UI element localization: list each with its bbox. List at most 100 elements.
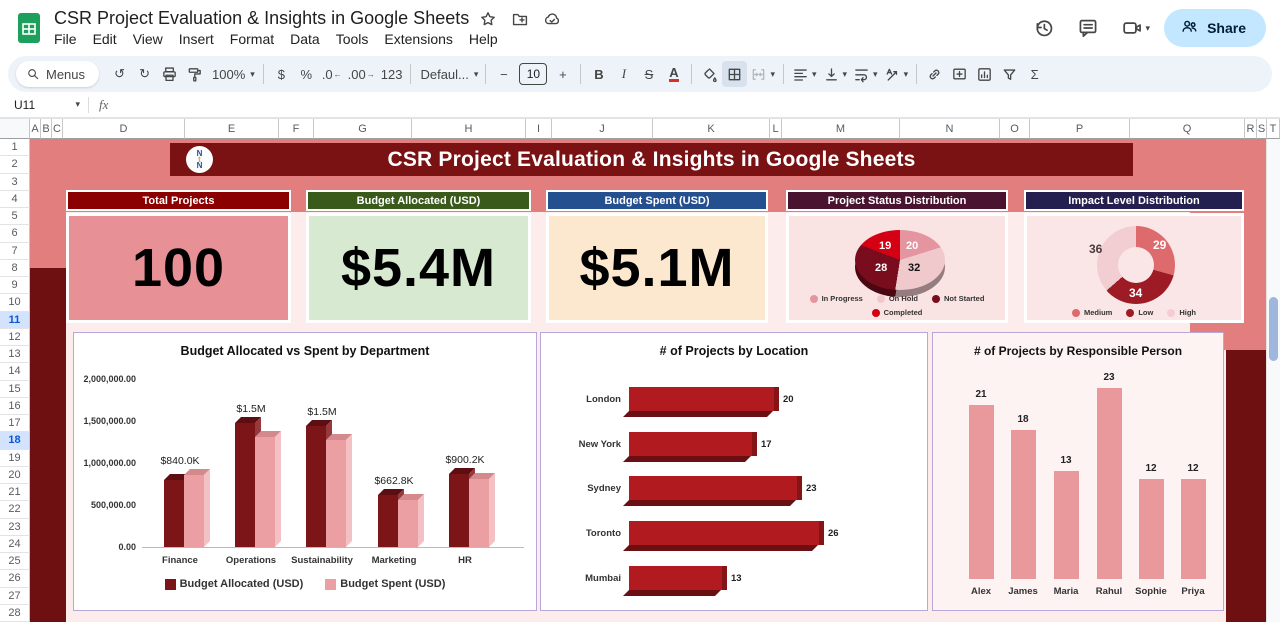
column-header-K[interactable]: K	[653, 119, 770, 139]
location-bar-sydney[interactable]	[629, 476, 802, 500]
row-header-8[interactable]: 8	[0, 260, 30, 277]
row-header-22[interactable]: 22	[0, 501, 30, 518]
horizontal-align-button[interactable]: ▾	[789, 61, 820, 87]
row-header-28[interactable]: 28	[0, 605, 30, 622]
person-bar-rahul[interactable]	[1097, 388, 1122, 579]
row-header-3[interactable]: 3	[0, 174, 30, 191]
bar-budget-spent-usd-[interactable]	[469, 479, 489, 547]
row-header-26[interactable]: 26	[0, 570, 30, 587]
status-distribution-card[interactable]: Project Status Distribution20322819In Pr…	[786, 190, 1008, 323]
menu-extensions[interactable]: Extensions	[376, 30, 460, 48]
format-currency-button[interactable]: $	[269, 61, 294, 87]
bold-button[interactable]: B	[586, 61, 611, 87]
more-formats-button[interactable]: 123	[378, 61, 406, 87]
column-header-L[interactable]: L	[770, 119, 782, 139]
column-header-P[interactable]: P	[1030, 119, 1130, 139]
column-header-H[interactable]: H	[412, 119, 526, 139]
font-size-input[interactable]: 10	[516, 61, 550, 87]
row-header-5[interactable]: 5	[0, 208, 30, 225]
location-bar-new-york[interactable]	[629, 432, 757, 456]
functions-button[interactable]: Σ	[1022, 61, 1047, 87]
bar-budget-allocated-usd-[interactable]	[378, 495, 398, 547]
person-bar-priya[interactable]	[1181, 479, 1206, 579]
row-header-20[interactable]: 20	[0, 467, 30, 484]
column-header-G[interactable]: G	[314, 119, 412, 139]
chart-budget-by-department[interactable]: Budget Allocated vs Spent by Department …	[73, 332, 537, 611]
column-header-I[interactable]: I	[526, 119, 552, 139]
select-all-corner[interactable]	[0, 119, 30, 139]
menu-help[interactable]: Help	[461, 30, 506, 48]
menu-tools[interactable]: Tools	[328, 30, 377, 48]
person-bar-alex[interactable]	[969, 405, 994, 579]
cloud-status-icon[interactable]	[543, 10, 561, 28]
sheets-logo-icon[interactable]	[14, 9, 44, 47]
bar-budget-allocated-usd-[interactable]	[306, 426, 326, 547]
undo-button[interactable]: ↺	[107, 61, 132, 87]
person-bar-maria[interactable]	[1054, 471, 1079, 579]
vertical-align-button[interactable]: ▾	[820, 61, 851, 87]
bar-budget-spent-usd-[interactable]	[255, 437, 275, 547]
column-header-M[interactable]: M	[782, 119, 900, 139]
scrollbar-thumb[interactable]	[1269, 297, 1278, 361]
move-folder-icon[interactable]	[511, 10, 529, 28]
column-header-T[interactable]: T	[1267, 119, 1280, 139]
row-header-9[interactable]: 9	[0, 277, 30, 294]
version-history-icon[interactable]	[1033, 17, 1055, 39]
font-select[interactable]: Defaul...▾	[416, 61, 480, 87]
star-icon[interactable]	[479, 10, 497, 28]
kpi-card-3[interactable]: Budget Spent (USD)$5.1M	[546, 190, 768, 323]
merge-cells-button[interactable]: ▾	[747, 61, 778, 87]
kpi-card-1[interactable]: Total Projects100	[66, 190, 291, 323]
column-header-A[interactable]: A	[30, 119, 41, 139]
insert-chart-button[interactable]	[972, 61, 997, 87]
menu-file[interactable]: File	[46, 30, 85, 48]
row-header-17[interactable]: 17	[0, 415, 30, 432]
location-bar-london[interactable]	[629, 387, 779, 411]
bar-budget-allocated-usd-[interactable]	[164, 480, 184, 547]
share-button[interactable]: Share	[1164, 9, 1266, 47]
menu-view[interactable]: View	[125, 30, 171, 48]
column-header-D[interactable]: D	[63, 119, 185, 139]
print-button[interactable]	[157, 61, 182, 87]
row-header-25[interactable]: 25	[0, 553, 30, 570]
increase-font-size-button[interactable]: +	[550, 61, 575, 87]
chart-projects-by-location[interactable]: # of Projects by Location London20New Yo…	[540, 332, 928, 611]
column-header-F[interactable]: F	[279, 119, 314, 139]
strikethrough-button[interactable]: S	[636, 61, 661, 87]
name-box[interactable]: U11 ▾	[0, 98, 88, 112]
redo-button[interactable]: ↻	[132, 61, 157, 87]
row-header-14[interactable]: 14	[0, 363, 30, 380]
borders-button[interactable]	[722, 61, 747, 87]
paint-format-button[interactable]	[182, 61, 207, 87]
row-header-15[interactable]: 15	[0, 381, 30, 398]
bar-budget-allocated-usd-[interactable]	[235, 423, 255, 547]
document-title[interactable]: CSR Project Evaluation & Insights in Goo…	[54, 8, 469, 29]
row-header-13[interactable]: 13	[0, 346, 30, 363]
kpi-card-2[interactable]: Budget Allocated (USD)$5.4M	[306, 190, 531, 323]
column-header-N[interactable]: N	[900, 119, 1000, 139]
bar-budget-spent-usd-[interactable]	[326, 440, 346, 547]
row-header-19[interactable]: 19	[0, 450, 30, 467]
menu-data[interactable]: Data	[282, 30, 328, 48]
column-header-J[interactable]: J	[552, 119, 653, 139]
decrease-font-size-button[interactable]: −	[491, 61, 516, 87]
format-percent-button[interactable]: %	[294, 61, 319, 87]
column-header-O[interactable]: O	[1000, 119, 1030, 139]
impact-distribution-card[interactable]: Impact Level Distribution293436MediumLow…	[1024, 190, 1244, 323]
insert-link-button[interactable]	[922, 61, 947, 87]
dashboard-banner[interactable]: NtN CSR Project Evaluation & Insights in…	[170, 143, 1133, 176]
row-header-4[interactable]: 4	[0, 191, 30, 208]
column-header-C[interactable]: C	[52, 119, 63, 139]
row-header-23[interactable]: 23	[0, 519, 30, 536]
bar-budget-spent-usd-[interactable]	[184, 475, 204, 547]
bar-budget-spent-usd-[interactable]	[398, 500, 418, 547]
insert-comment-button[interactable]	[947, 61, 972, 87]
row-header-27[interactable]: 27	[0, 588, 30, 605]
text-wrap-button[interactable]: ▾	[850, 61, 881, 87]
row-header-16[interactable]: 16	[0, 398, 30, 415]
row-header-2[interactable]: 2	[0, 156, 30, 173]
sheet-canvas[interactable]: NtN CSR Project Evaluation & Insights in…	[30, 139, 1280, 622]
row-header-11[interactable]: 11	[0, 312, 30, 329]
zoom-select[interactable]: 100%▾	[207, 61, 258, 87]
row-header-18[interactable]: 18	[0, 432, 30, 449]
